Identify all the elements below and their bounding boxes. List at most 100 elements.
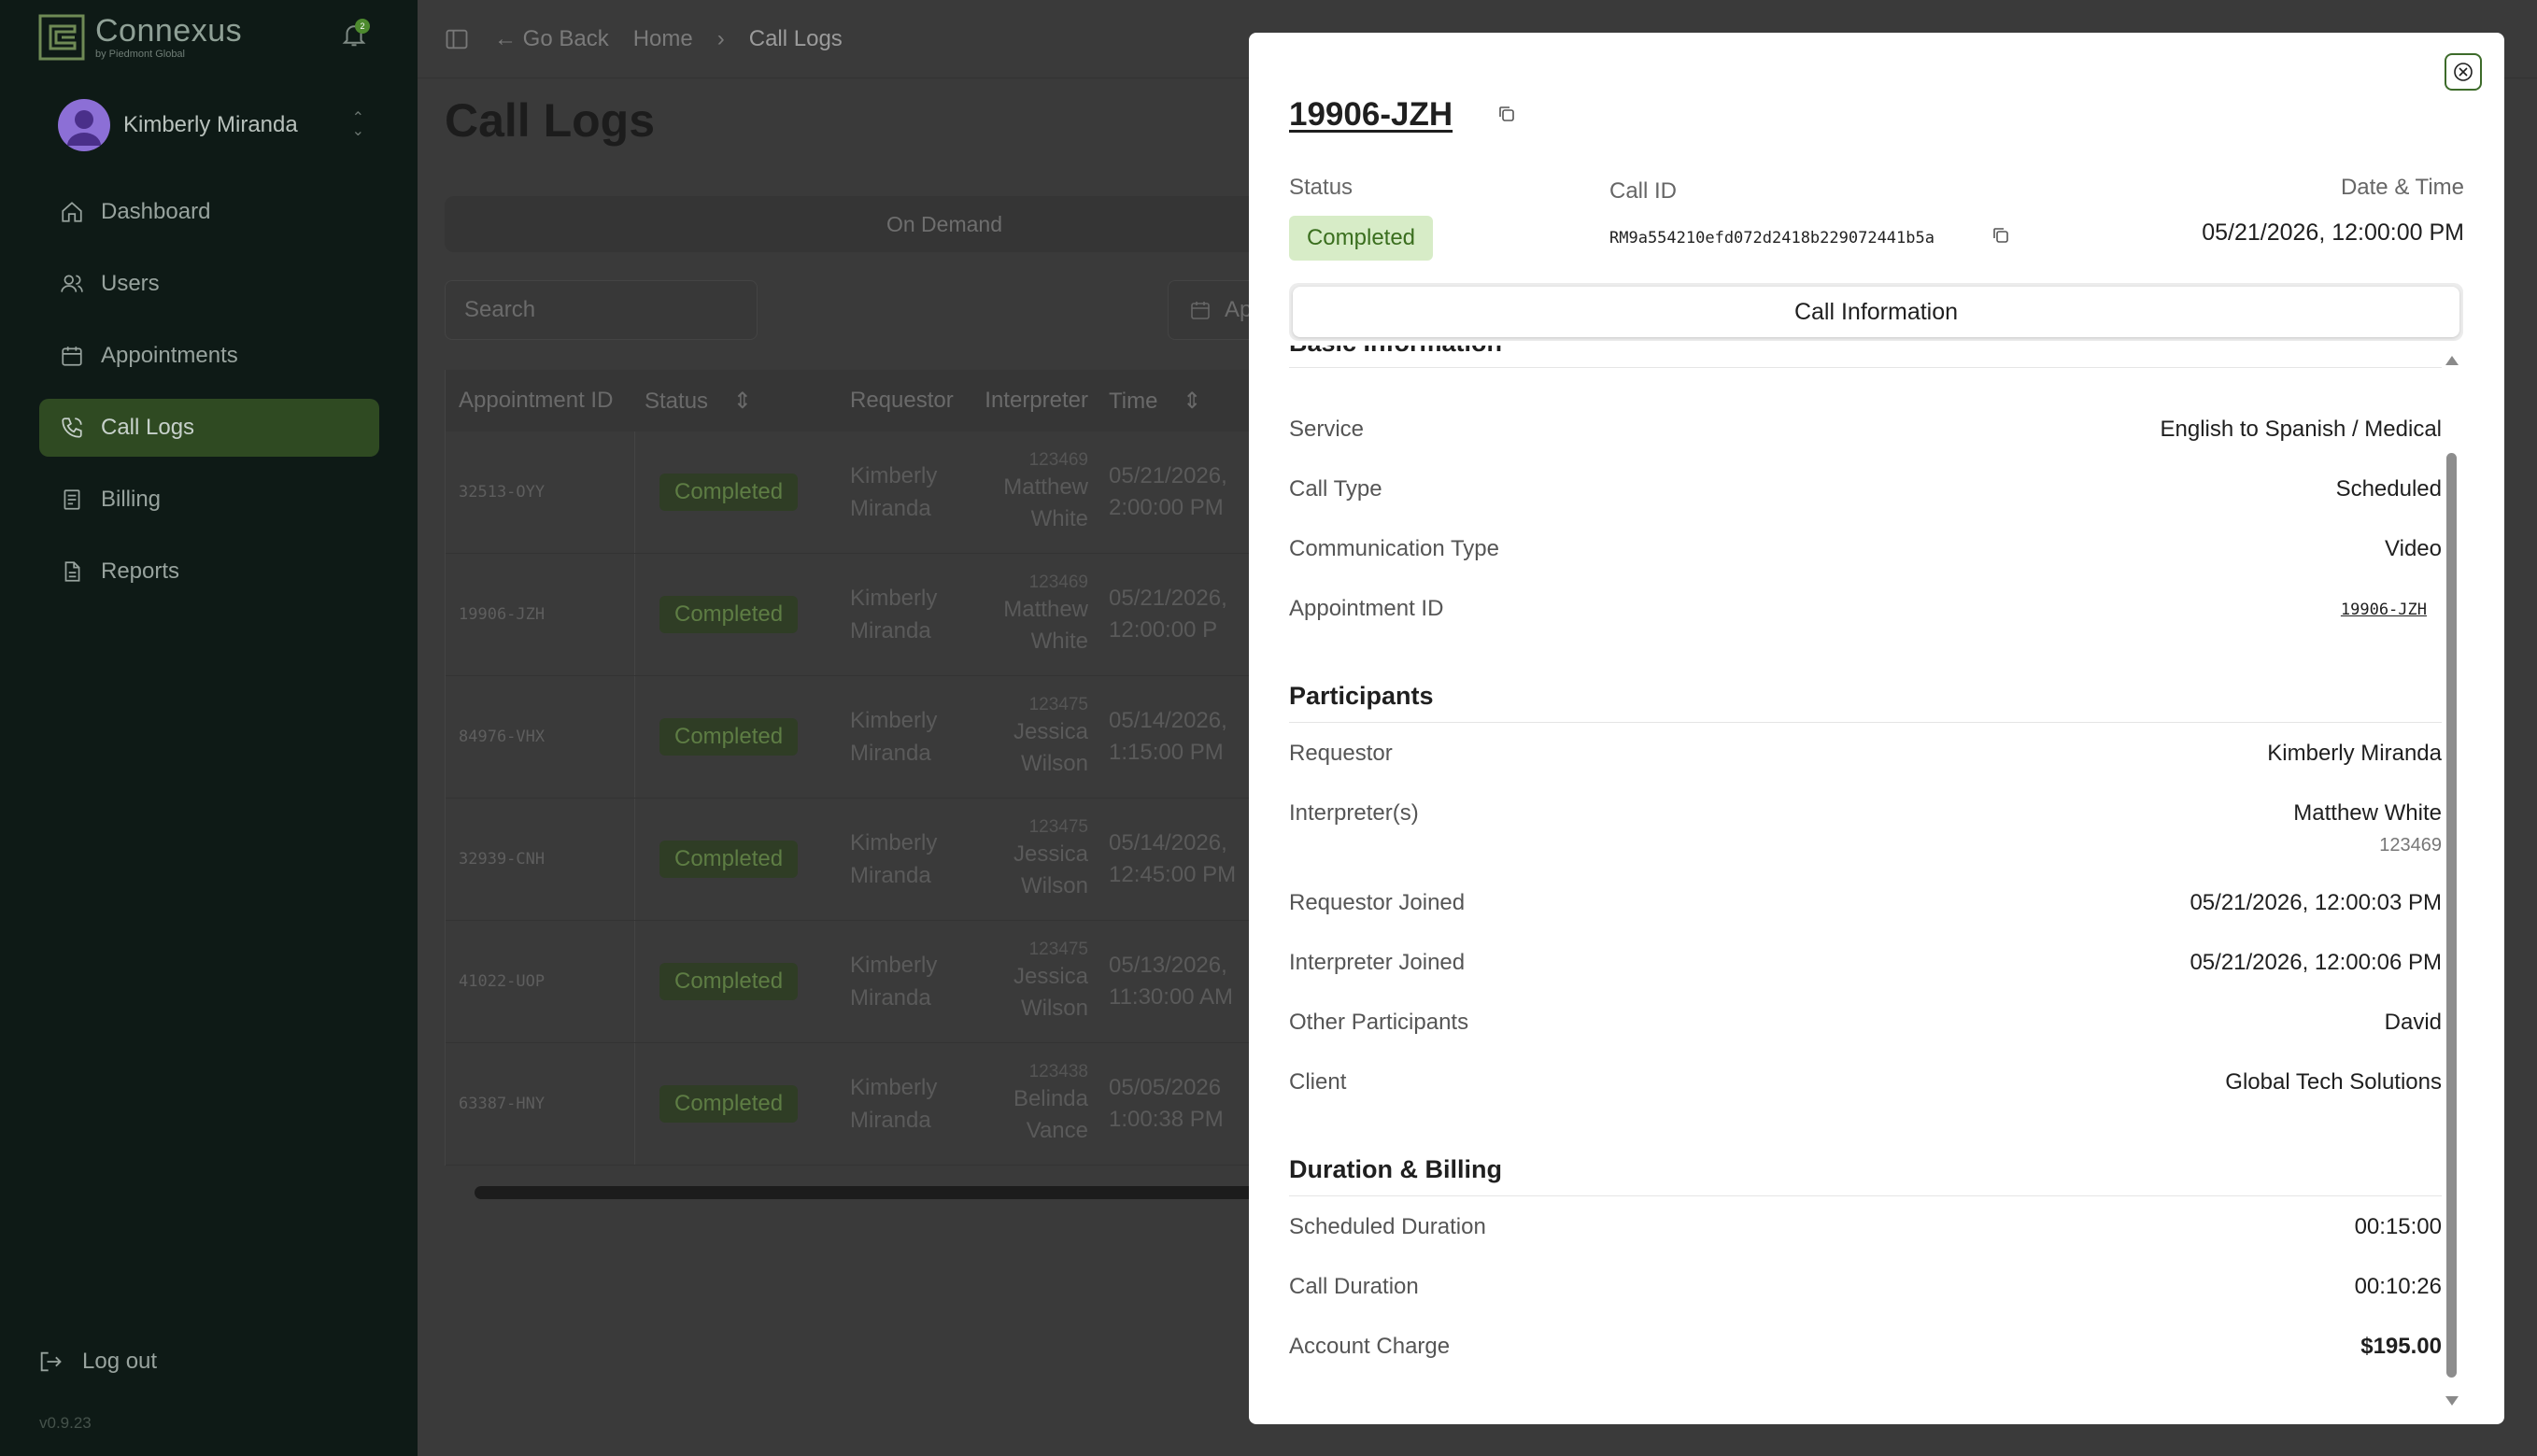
receipt-icon (64, 489, 80, 510)
column-header-label: Status (645, 388, 709, 414)
requestor-first: Kimberly (850, 586, 938, 611)
sidebar-item-label: Dashboard (101, 199, 211, 224)
interpreter-value: Matthew White (2293, 800, 2442, 826)
field-label: Client (1289, 1069, 1347, 1095)
copy-icon[interactable] (1496, 104, 1517, 124)
scrollbar-thumb[interactable] (475, 1186, 1315, 1199)
column-header-time[interactable]: Time ⇕ (1088, 388, 1275, 415)
user-switcher[interactable]: Kimberly Miranda ⌃ ⌄ (58, 97, 364, 153)
sidebar-item-call-logs[interactable]: Call Logs (39, 399, 379, 457)
interpreter-joined-value: 05/21/2026, 12:00:06 PM (2190, 950, 2442, 975)
sidebar-item-appointments[interactable]: Appointments (39, 327, 379, 385)
interpreter-last: Vance (1026, 1118, 1088, 1143)
user-name: Kimberly Miranda (123, 112, 298, 137)
status-cell: Completed (635, 799, 831, 920)
sidebar-item-label: Reports (101, 558, 180, 584)
status-badge: Completed (659, 474, 799, 511)
field-label: Interpreter(s) (1289, 800, 1419, 826)
tab-call-information[interactable]: Call Information (1293, 287, 2459, 337)
field-label: Interpreter Joined (1289, 950, 1466, 975)
brand[interactable]: Connexus by Piedmont Global (37, 13, 242, 62)
appointment-id-cell: 19906-JZH (446, 554, 635, 675)
close-icon (2454, 63, 2473, 81)
calendar-icon (62, 346, 82, 366)
column-header-requestor[interactable]: Requestor (831, 388, 967, 414)
requestor-first: Kimberly (850, 463, 938, 488)
time-cell: 05/14/2026, 1:15:00 PM (1088, 705, 1275, 769)
field-label: Account Charge (1289, 1334, 1451, 1359)
call-id-value: RM9a554210efd072d2418b229072441b5a (1609, 229, 1935, 247)
interpreter-id: 123469 (2379, 835, 2442, 855)
appointment-id-link[interactable]: 19906-JZH (2341, 601, 2427, 619)
interpreter-first: Jessica (1013, 964, 1088, 989)
dialog-title[interactable]: 19906-JZH (1289, 96, 1453, 134)
status-badge: Completed (659, 1085, 799, 1123)
status-badge: Completed (1289, 216, 1433, 261)
chevron-right-icon: › (716, 25, 725, 51)
interpreter-last: Wilson (1020, 873, 1088, 898)
connexus-logo-icon (38, 14, 85, 61)
phone-icon (62, 417, 82, 438)
call-info-scroll-area[interactable]: Basic Information Service English to Spa… (1289, 346, 2452, 1406)
copy-call-id-icon[interactable] (1991, 225, 2011, 246)
close-button[interactable] (2445, 53, 2482, 91)
interpreter-id: 123475 (1028, 695, 1088, 714)
requestor-cell: Kimberly Miranda (831, 704, 967, 770)
sidebar-item-reports[interactable]: Reports (39, 543, 379, 601)
section-divider (1289, 367, 2442, 368)
scroll-down-arrow-icon[interactable] (2445, 1396, 2459, 1406)
brand-name: Connexus (95, 13, 243, 49)
interpreter-cell: 123438 Belinda Vance (967, 1061, 1088, 1147)
sidebar-toggle-icon[interactable] (444, 26, 470, 52)
vertical-scrollbar[interactable] (2443, 350, 2459, 1420)
section-divider (1289, 722, 2442, 723)
appointment-id-cell: 41022-UOP (446, 921, 635, 1042)
interpreter-cell: 123475 Jessica Wilson (967, 816, 1088, 902)
interpreter-id: 123475 (1028, 940, 1088, 959)
field-label: Call Duration (1289, 1274, 1419, 1299)
search-input[interactable]: Search (445, 280, 758, 340)
field-label: Other Participants (1289, 1010, 1469, 1035)
scheduled-duration-value: 00:15:00 (2354, 1214, 2442, 1239)
scrollbar-thumb[interactable] (2446, 453, 2457, 1378)
interpreter-id: 123475 (1028, 817, 1088, 837)
interpreter-id: 123469 (1028, 573, 1088, 592)
column-header-appointment-id[interactable]: Appointment ID (446, 388, 635, 414)
page-title: Call Logs (445, 94, 656, 147)
service-value: English to Spanish / Medical (2160, 417, 2443, 442)
go-back-link[interactable]: ← Go Back (494, 26, 609, 52)
breadcrumb-current: Call Logs (748, 25, 843, 51)
other-participants-value: David (2384, 1010, 2442, 1035)
chevron-up-down-icon: ⌃ ⌄ (351, 110, 364, 139)
scroll-up-arrow-icon[interactable] (2445, 356, 2459, 365)
field-label: Call Type (1289, 476, 1382, 502)
requestor-first: Kimberly (850, 708, 938, 733)
call-id-label: Call ID (1609, 178, 1678, 204)
document-icon (64, 561, 80, 582)
logout-button[interactable]: Log out (37, 1349, 157, 1375)
column-header-interpreter[interactable]: Interpreter (967, 388, 1088, 414)
breadcrumb-home[interactable]: Home (633, 26, 693, 52)
interpreter-last: White (1030, 506, 1088, 531)
requestor-last: Miranda (850, 863, 931, 888)
requestor-last: Miranda (850, 985, 931, 1011)
status-cell: Completed (635, 554, 831, 675)
communication-type-value: Video (2385, 536, 2442, 561)
dialog-tabs: Call Information (1289, 283, 2463, 341)
sidebar-item-billing[interactable]: Billing (39, 471, 379, 529)
requestor-first: Kimberly (850, 1075, 938, 1100)
status-cell: Completed (635, 676, 831, 798)
interpreter-id: 123469 (1028, 450, 1088, 470)
sort-icon: ⇕ (1183, 388, 1202, 414)
requestor-cell: Kimberly Miranda (831, 459, 967, 525)
home-icon (62, 202, 82, 222)
sidebar-item-label: Appointments (101, 343, 238, 368)
column-header-status[interactable]: Status ⇕ (635, 388, 831, 415)
appointment-id-cell: 32939-CNH (446, 799, 635, 920)
sidebar-item-users[interactable]: Users (39, 255, 379, 313)
requestor-cell: Kimberly Miranda (831, 582, 967, 647)
sidebar-item-label: Billing (101, 487, 162, 512)
client-value: Global Tech Solutions (2225, 1069, 2442, 1095)
sidebar-item-dashboard[interactable]: Dashboard (39, 183, 379, 241)
interpreter-last: Wilson (1020, 996, 1088, 1021)
